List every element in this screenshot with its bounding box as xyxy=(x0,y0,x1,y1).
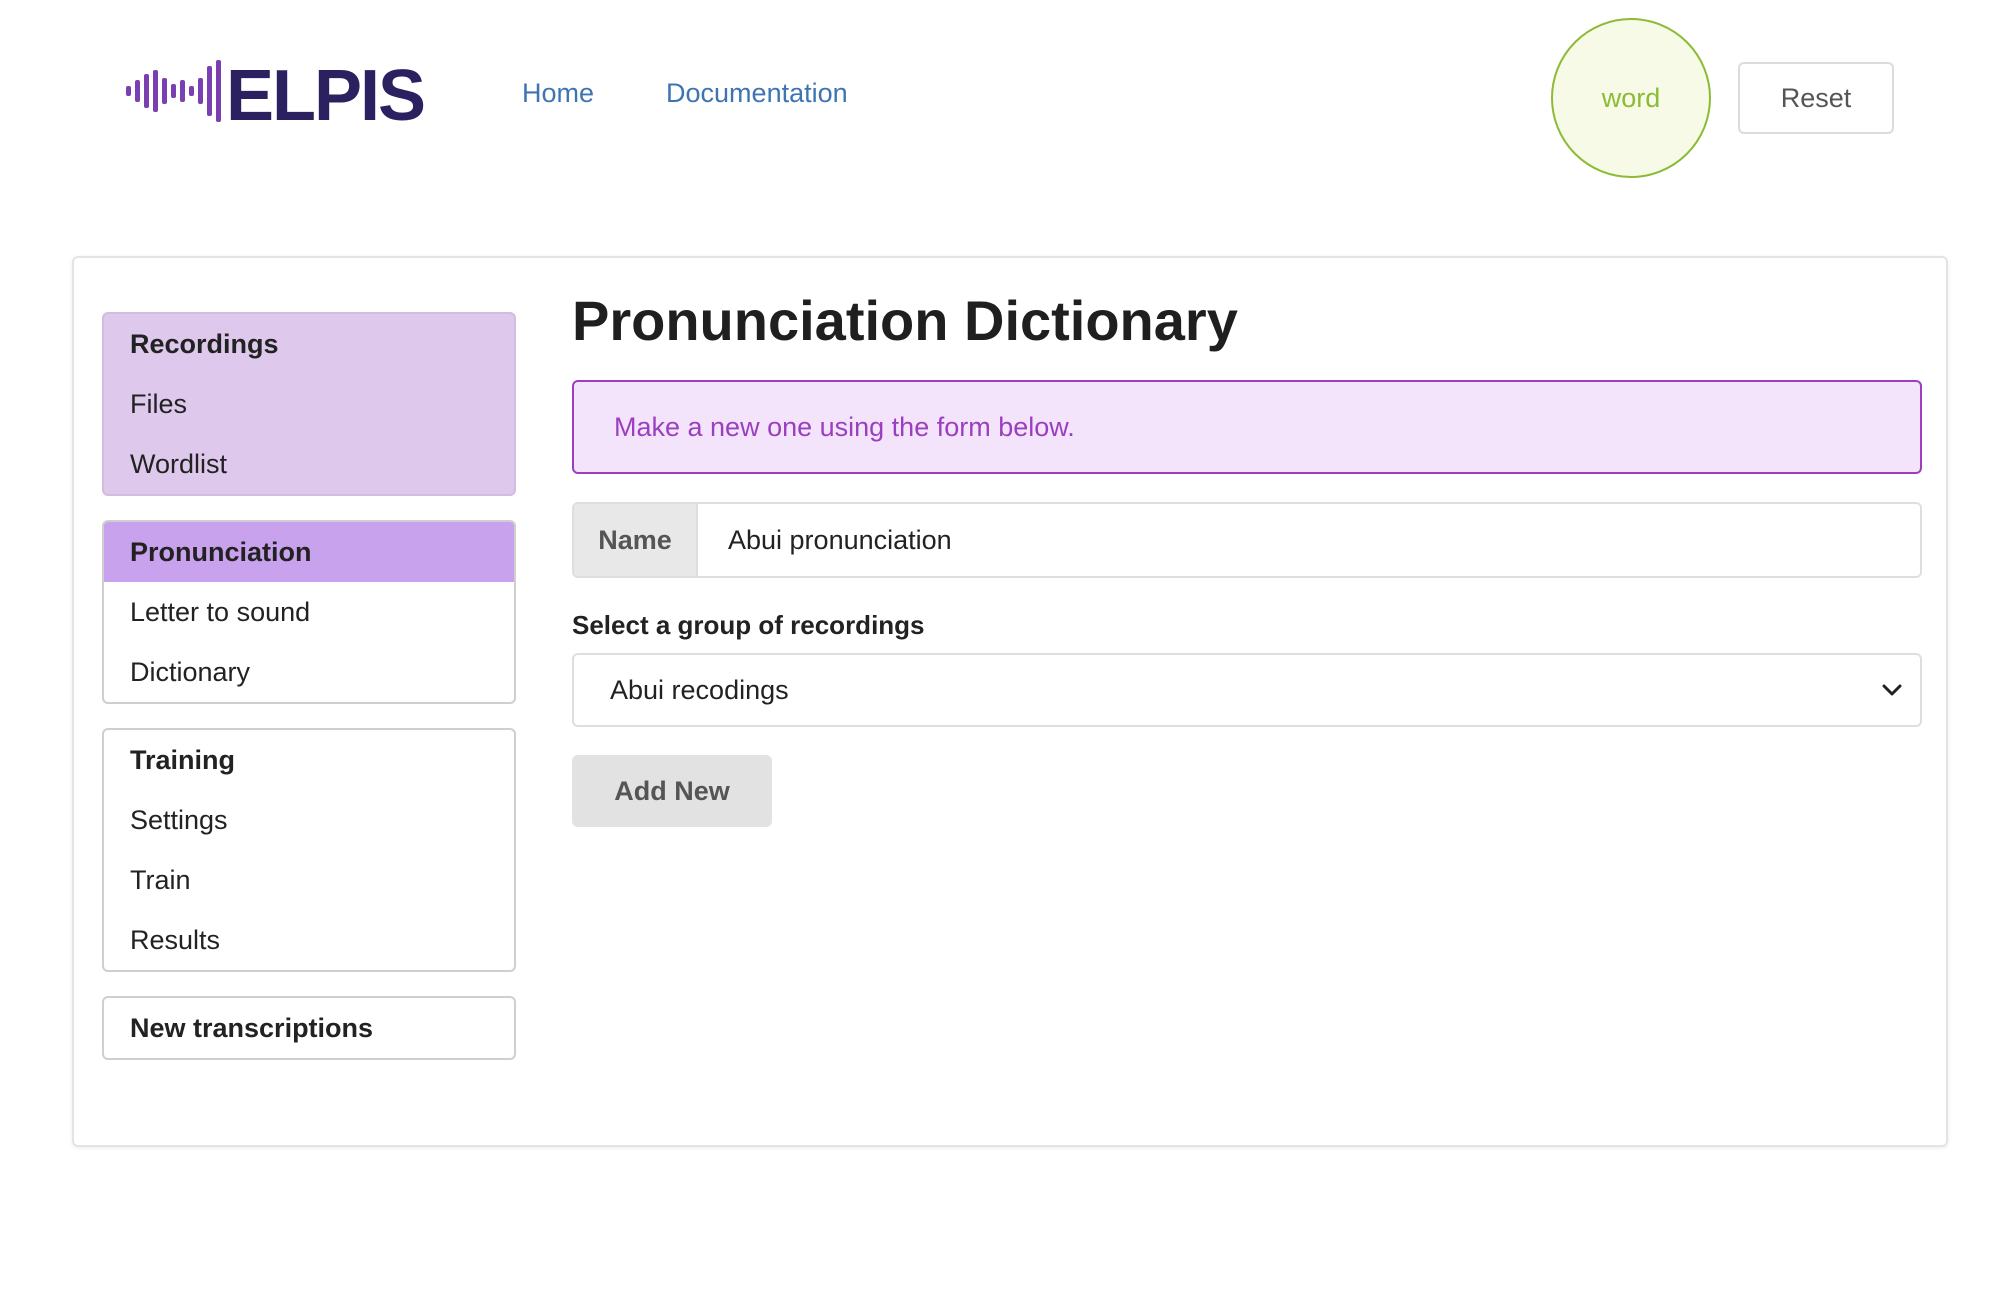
sidebar-group-pronunciation: Pronunciation Letter to sound Dictionary xyxy=(102,520,516,704)
add-new-button[interactable]: Add New xyxy=(572,755,772,827)
recordings-select[interactable]: Abui recodings xyxy=(572,653,1922,727)
sidebar-item-pronunciation[interactable]: Pronunciation xyxy=(104,522,514,582)
name-field-group: Name xyxy=(572,502,1922,578)
recordings-select-value: Abui recodings xyxy=(610,674,789,705)
sidebar-item-letter-to-sound[interactable]: Letter to sound xyxy=(104,582,514,642)
sidebar-item-results[interactable]: Results xyxy=(104,910,514,970)
sidebar-item-recordings[interactable]: Recordings xyxy=(104,314,514,374)
sound-wave-icon: ELPIS xyxy=(126,56,426,126)
sidebar-group-recordings: Recordings Files Wordlist xyxy=(102,312,516,496)
main-card: Recordings Files Wordlist Pronunciation … xyxy=(72,256,1948,1147)
name-label: Name xyxy=(574,504,698,576)
elpis-logo[interactable]: ELPIS xyxy=(126,56,426,126)
nav-home-link[interactable]: Home xyxy=(522,78,594,109)
svg-text:ELPIS: ELPIS xyxy=(226,56,424,126)
top-nav: Home Documentation xyxy=(522,78,848,109)
name-input[interactable] xyxy=(698,504,1920,576)
sidebar-group-new-transcriptions: New transcriptions xyxy=(102,996,516,1060)
word-badge[interactable]: word xyxy=(1551,18,1711,178)
info-message: Make a new one using the form below. xyxy=(572,380,1922,474)
chevron-down-icon xyxy=(1882,684,1902,696)
sidebar-item-dictionary[interactable]: Dictionary xyxy=(104,642,514,702)
sidebar-item-files[interactable]: Files xyxy=(104,374,514,434)
sidebar-item-new-transcriptions[interactable]: New transcriptions xyxy=(104,998,514,1058)
sidebar-item-wordlist[interactable]: Wordlist xyxy=(104,434,514,494)
sidebar-item-settings[interactable]: Settings xyxy=(104,790,514,850)
main-content: Pronunciation Dictionary Make a new one … xyxy=(572,286,1922,827)
reset-button[interactable]: Reset xyxy=(1738,62,1894,134)
sidebar-item-train[interactable]: Train xyxy=(104,850,514,910)
nav-documentation-link[interactable]: Documentation xyxy=(666,78,848,109)
page-title: Pronunciation Dictionary xyxy=(572,289,1238,352)
sidebar-group-training: Training Settings Train Results xyxy=(102,728,516,972)
sidebar-item-training[interactable]: Training xyxy=(104,730,514,790)
select-recordings-label: Select a group of recordings xyxy=(572,610,925,640)
sidebar: Recordings Files Wordlist Pronunciation … xyxy=(102,312,516,1084)
